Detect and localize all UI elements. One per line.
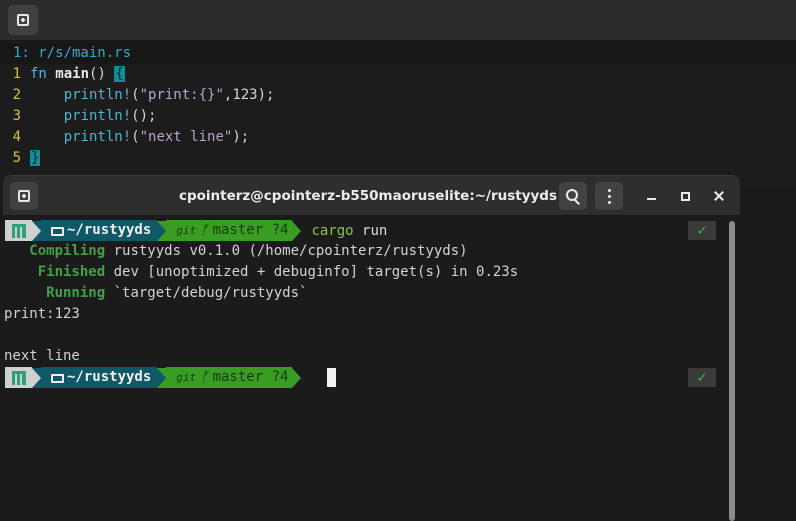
- line-number: 3: [12, 108, 21, 124]
- prompt-separator-icon: [292, 220, 302, 241]
- code-macro: println!: [63, 129, 132, 145]
- line-number: 5: [12, 150, 21, 166]
- output-text: rustyyds v0.1.0 (/home/cpointerz/rustyyd…: [105, 243, 468, 259]
- close-icon: [713, 190, 725, 202]
- manjaro-logo-icon: [11, 223, 26, 238]
- new-tab-button[interactable]: [10, 182, 38, 210]
- prompt-os-segment: [5, 220, 32, 241]
- window-title: cpointerz@cpointerz-b550maoruselite:~/ru…: [178, 188, 558, 204]
- search-icon: [566, 189, 580, 203]
- terminal-window: cpointerz@cpointerz-b550maoruselite:~/ru…: [3, 176, 740, 521]
- output-text: next line: [4, 348, 80, 364]
- code-line-4: 4 println!("next line");: [0, 127, 250, 148]
- new-tab-button[interactable]: [8, 5, 38, 35]
- minimize-button[interactable]: [637, 182, 665, 210]
- output-text: dev [unoptimized + debuginfo] target(s) …: [105, 264, 519, 280]
- output-line: Compiling rustyyds v0.1.0 (/home/cpointe…: [4, 241, 468, 262]
- terminal-header-bar[interactable]: cpointerz@cpointerz-b550maoruselite:~/ru…: [3, 176, 740, 216]
- terminal-cursor: [327, 368, 336, 387]
- git-branch: master ?4: [212, 222, 289, 238]
- output-text: print:123: [4, 306, 80, 322]
- new-tab-icon: [18, 190, 30, 202]
- cargo-status: Compiling: [4, 243, 106, 259]
- status-ok-badge: ✓: [688, 368, 716, 387]
- code-string: "next line": [139, 129, 233, 145]
- code-macro: println!: [63, 108, 132, 124]
- line-number: 4: [12, 129, 21, 145]
- editor-body[interactable]: 1: r/s/main.rs 1 fn main() { 2 println!("…: [0, 42, 796, 190]
- terminal-body[interactable]: ~/rustyyds git ᚠ master ?4 cargo run ✓ Com…: [3, 217, 740, 521]
- code-line-5: 5}: [0, 148, 41, 169]
- code-macro: println!: [63, 87, 132, 103]
- menu-icon: [607, 188, 611, 204]
- code-brace-close: }: [30, 150, 41, 166]
- prompt-dir: ~/rustyyds: [67, 222, 152, 238]
- prompt-separator-icon: [292, 367, 302, 388]
- code-line-1: 1 fn main() {: [0, 64, 125, 85]
- close-button[interactable]: [705, 182, 733, 210]
- status-ok-badge: ✓: [688, 221, 716, 240]
- menu-button[interactable]: [595, 182, 623, 210]
- cargo-status: Finished: [4, 264, 106, 280]
- prompt-separator-icon: [32, 220, 41, 241]
- editor-window: 1: r/s/main.rs 1 fn main() { 2 println!("…: [0, 0, 796, 190]
- code-function-name: main: [55, 66, 90, 82]
- prompt-separator-icon: [157, 220, 167, 241]
- folder-icon: [51, 374, 64, 383]
- prompt-dir-segment: ~/rustyyds: [41, 220, 158, 241]
- folder-icon: [51, 227, 64, 236]
- prompt-line: ~/rustyyds git ᚠ master ?4 cargo run: [5, 220, 387, 241]
- output-line: Finished dev [unoptimized + debuginfo] t…: [4, 262, 518, 283]
- output-line: print:123: [4, 304, 80, 325]
- prompt-dir: ~/rustyyds: [67, 369, 152, 385]
- code-punct: (: [131, 87, 140, 103]
- prompt-line: ~/rustyyds git ᚠ master ?4: [5, 367, 302, 388]
- minimize-icon: [646, 197, 656, 200]
- cargo-status: Running: [4, 285, 106, 301]
- code-string: "print:{}": [139, 87, 224, 103]
- output-line: Running `target/debug/rustyyds`: [4, 283, 307, 304]
- git-label: git: [176, 224, 197, 237]
- output-line: next line: [4, 346, 80, 367]
- line-number: 1: [12, 66, 21, 82]
- code-punct: (: [131, 129, 140, 145]
- code-line-3: 3 println!();: [0, 106, 157, 127]
- maximize-button[interactable]: [671, 182, 699, 210]
- line-number: 2: [12, 87, 21, 103]
- maximize-icon: [680, 191, 690, 201]
- prompt-git-segment: git ᚠ master ?4: [166, 220, 293, 241]
- code-punct: );: [232, 129, 250, 145]
- code-line-2: 2 println!("print:{}",123);: [0, 85, 275, 106]
- prompt-git-segment: git ᚠ master ?4: [166, 367, 293, 388]
- prompt-separator-icon: [157, 367, 167, 388]
- command-word: cargo: [311, 222, 354, 239]
- new-tab-icon: [17, 14, 29, 26]
- search-button[interactable]: [559, 182, 587, 210]
- output-text: `target/debug/rustyyds`: [105, 285, 308, 301]
- code-keyword: fn: [30, 66, 47, 82]
- file-path-line: 1: r/s/main.rs: [0, 43, 796, 64]
- branch-icon: ᚠ: [200, 369, 209, 385]
- code-brace-open: {: [114, 66, 125, 82]
- branch-icon: ᚠ: [200, 222, 209, 238]
- command-arg: run: [362, 222, 388, 239]
- git-branch: master ?4: [212, 369, 289, 385]
- prompt-os-segment: [5, 367, 32, 388]
- git-label: git: [176, 371, 197, 384]
- prompt-separator-icon: [32, 367, 41, 388]
- prompt-dir-segment: ~/rustyyds: [41, 367, 158, 388]
- scrollbar[interactable]: [729, 221, 735, 521]
- code-punct: );: [257, 87, 275, 103]
- code-number: 123: [232, 87, 258, 103]
- code-punct: ();: [131, 108, 157, 124]
- editor-header-bar: [0, 0, 796, 41]
- manjaro-logo-icon: [11, 370, 26, 385]
- code-parens: (): [89, 66, 106, 82]
